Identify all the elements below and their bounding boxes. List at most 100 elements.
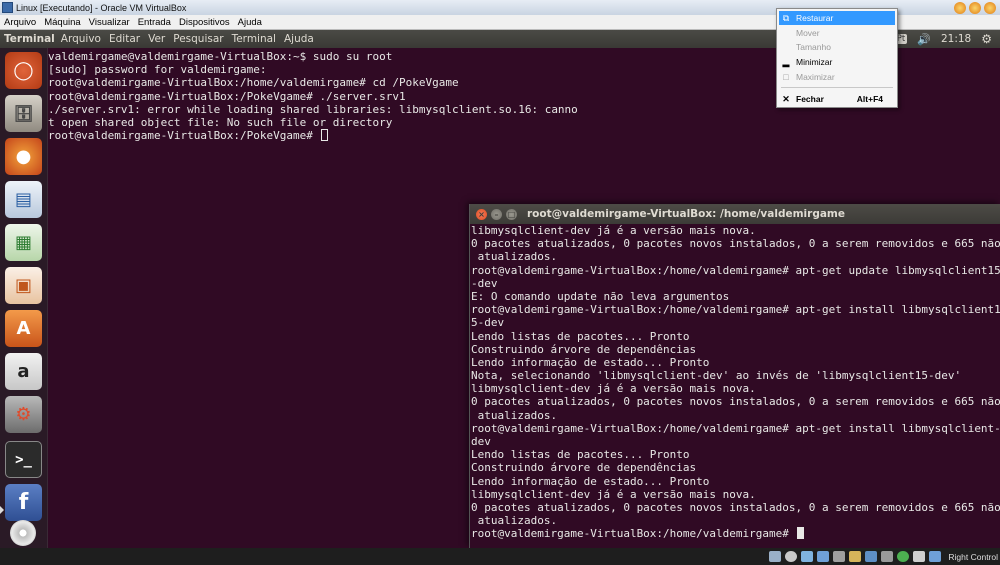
- terminal-cursor: [320, 129, 328, 142]
- vbox-menu-dispositivos[interactable]: Dispositivos: [175, 17, 234, 28]
- virtualization-icon[interactable]: [897, 551, 910, 562]
- terminal2-output: libmysqlclient-dev já é a versão mais no…: [471, 224, 1000, 541]
- terminal-line: Lendo informação de estado... Pronto: [471, 355, 710, 369]
- maximize-icon[interactable]: [969, 1, 981, 14]
- video-capture-icon[interactable]: [881, 551, 894, 562]
- vbox-status-icons: Right Control: [769, 548, 1000, 565]
- mouse-integration-icon[interactable]: [913, 551, 926, 562]
- close-icon[interactable]: ×: [476, 208, 487, 220]
- terminal-line: t open shared object file: No such file …: [48, 115, 393, 129]
- terminal-main-output: valdemirgame@valdemirgame-VirtualBox:~$ …: [48, 50, 578, 142]
- menu-item-size: Tamanho: [796, 42, 831, 52]
- terminal-line: libmysqlclient-dev já é a versão mais no…: [471, 224, 756, 237]
- panel-indicators: Pt 🔊 21:18 ⚙: [894, 30, 1000, 48]
- power-gear-icon[interactable]: ⚙: [981, 32, 992, 46]
- menu-item-maximize: □ Maximizar: [779, 70, 895, 84]
- active-app-arrow-icon: [0, 506, 4, 514]
- terminal-window-2[interactable]: × – □ root@valdemirgame-VirtualBox: /hom…: [469, 204, 1000, 548]
- terminal-line: dev: [471, 435, 491, 448]
- panel-menu-ver[interactable]: Ver: [144, 33, 169, 45]
- maximize-icon[interactable]: □: [506, 208, 517, 220]
- terminal-line: root@valdemirgame-VirtualBox:/home/valde…: [471, 421, 1000, 435]
- software-center-icon[interactable]: A: [5, 310, 42, 347]
- host-key-icon[interactable]: [929, 551, 942, 562]
- terminal-line: -dev: [471, 276, 498, 290]
- vbox-menu-ajuda[interactable]: Ajuda: [234, 17, 266, 28]
- shared-folders-icon[interactable]: [849, 551, 862, 562]
- vbox-window-title: Linux [Executando] - Oracle VM VirtualBo…: [16, 2, 187, 13]
- system-settings-icon[interactable]: ⚙: [5, 396, 42, 433]
- panel-menu-editar[interactable]: Editar: [105, 33, 144, 45]
- close-icon[interactable]: [984, 1, 996, 14]
- terminal2-titlebar[interactable]: × – □ root@valdemirgame-VirtualBox: /hom…: [470, 204, 1000, 224]
- terminal-line: ./server.srv1: error while loading share…: [48, 102, 578, 116]
- vbox-status-bar: Right Control: [0, 548, 1000, 565]
- minimize-icon[interactable]: –: [491, 208, 502, 220]
- panel-app-name: Terminal: [4, 33, 55, 45]
- minimize-icon: ▂: [782, 56, 790, 67]
- hard-disk-icon[interactable]: [769, 551, 782, 562]
- amazon-icon[interactable]: a: [5, 353, 42, 390]
- terminal-prompt: root@valdemirgame-VirtualBox:/home/valde…: [471, 527, 796, 541]
- writer-icon[interactable]: ▤: [5, 181, 42, 218]
- impress-icon[interactable]: ▣: [5, 267, 42, 304]
- terminal-line: Lendo listas de pacotes... Pronto: [471, 329, 690, 343]
- terminal-line: libmysqlclient-dev já é a versão mais no…: [471, 487, 756, 501]
- clock[interactable]: 21:18: [941, 33, 971, 45]
- firefox-icon[interactable]: ●: [5, 138, 42, 175]
- terminal-line: Lendo informação de estado... Pronto: [471, 474, 710, 488]
- vbox-menu-entrada[interactable]: Entrada: [134, 17, 175, 28]
- ubuntu-dash-icon[interactable]: ◯: [5, 52, 42, 89]
- restore-icon: ⧉: [782, 12, 790, 23]
- terminal-line: atualizados.: [471, 408, 558, 422]
- display-icon[interactable]: [865, 551, 878, 562]
- unity-launcher: ◯ 🗄 ● ▤ ▦ ▣ A a ⚙ >_ f: [0, 48, 48, 548]
- panel-menu-pesquisar[interactable]: Pesquisar: [169, 33, 227, 45]
- terminal-line: valdemirgame@valdemirgame-VirtualBox:~$ …: [48, 50, 393, 63]
- terminal-prompt-line[interactable]: root@valdemirgame-VirtualBox:/PokeVgame#: [48, 129, 578, 142]
- menu-separator: [781, 87, 893, 88]
- network-icon[interactable]: [817, 551, 830, 562]
- facebook-icon[interactable]: f: [5, 484, 42, 521]
- terminal-line: 0 pacotes atualizados, 0 pacotes novos i…: [471, 237, 1000, 251]
- virtualbox-app-icon[interactable]: [2, 2, 13, 13]
- terminal2-title: root@valdemirgame-VirtualBox: /home/vald…: [527, 208, 845, 220]
- vbox-menu-arquivo[interactable]: Arquivo: [0, 17, 40, 28]
- terminal-line: Construindo árvore de dependências: [471, 342, 697, 356]
- terminal-line: libmysqlclient-dev já é a versão mais no…: [471, 382, 756, 396]
- terminal-line: atualizados.: [471, 250, 558, 264]
- optical-drive-icon[interactable]: [785, 551, 798, 562]
- audio-icon[interactable]: [801, 551, 814, 562]
- terminal-line: [sudo] password for valdemirgame:: [48, 63, 267, 77]
- files-icon[interactable]: 🗄: [5, 95, 42, 132]
- terminal-prompt: root@valdemirgame-VirtualBox:/PokeVgame#: [48, 129, 320, 143]
- terminal-line: Lendo listas de pacotes... Pronto: [471, 448, 690, 462]
- vbox-title-controls: [920, 0, 1000, 15]
- terminal-line: Nota, selecionando 'libmysqlclient-dev' …: [471, 369, 962, 383]
- calc-icon[interactable]: ▦: [5, 224, 42, 261]
- menu-item-close[interactable]: ✕ Fechar Alt+F4: [779, 92, 895, 106]
- minimize-icon[interactable]: [954, 1, 966, 14]
- terminal-cursor: [796, 527, 804, 540]
- vbox-menu-visualizar[interactable]: Visualizar: [85, 17, 134, 28]
- maximize-icon: □: [783, 72, 789, 82]
- terminal-line: 5-dev: [471, 316, 505, 330]
- vbox-menu-maquina[interactable]: Máquina: [40, 17, 84, 28]
- menu-item-move: Mover: [796, 28, 820, 38]
- terminal-line: root@valdemirgame-VirtualBox:/PokeVgame#…: [48, 89, 406, 103]
- close-icon: ✕: [782, 93, 790, 104]
- menu-item-restore[interactable]: ⧉ Restaurar: [779, 11, 895, 25]
- terminal-prompt-line[interactable]: root@valdemirgame-VirtualBox:/home/valde…: [471, 527, 1000, 540]
- terminal-line: 0 pacotes atualizados, 0 pacotes novos i…: [471, 395, 1000, 409]
- terminal-icon[interactable]: >_: [5, 441, 42, 478]
- disc-icon[interactable]: [10, 520, 36, 546]
- menu-item-minimize[interactable]: ▂ Minimizar: [779, 55, 895, 69]
- terminal-line: Construindo árvore de dependências: [471, 461, 697, 475]
- panel-menu-terminal[interactable]: Terminal: [228, 33, 280, 45]
- panel-menu-arquivo[interactable]: Arquivo: [57, 33, 105, 45]
- panel-menu-ajuda[interactable]: Ajuda: [280, 33, 318, 45]
- volume-icon[interactable]: 🔊: [917, 33, 931, 46]
- usb-icon[interactable]: [833, 551, 846, 562]
- terminal-line: root@valdemirgame-VirtualBox:/home/valde…: [471, 263, 1000, 277]
- terminal-line: root@valdemirgame-VirtualBox:/home/valde…: [48, 76, 459, 90]
